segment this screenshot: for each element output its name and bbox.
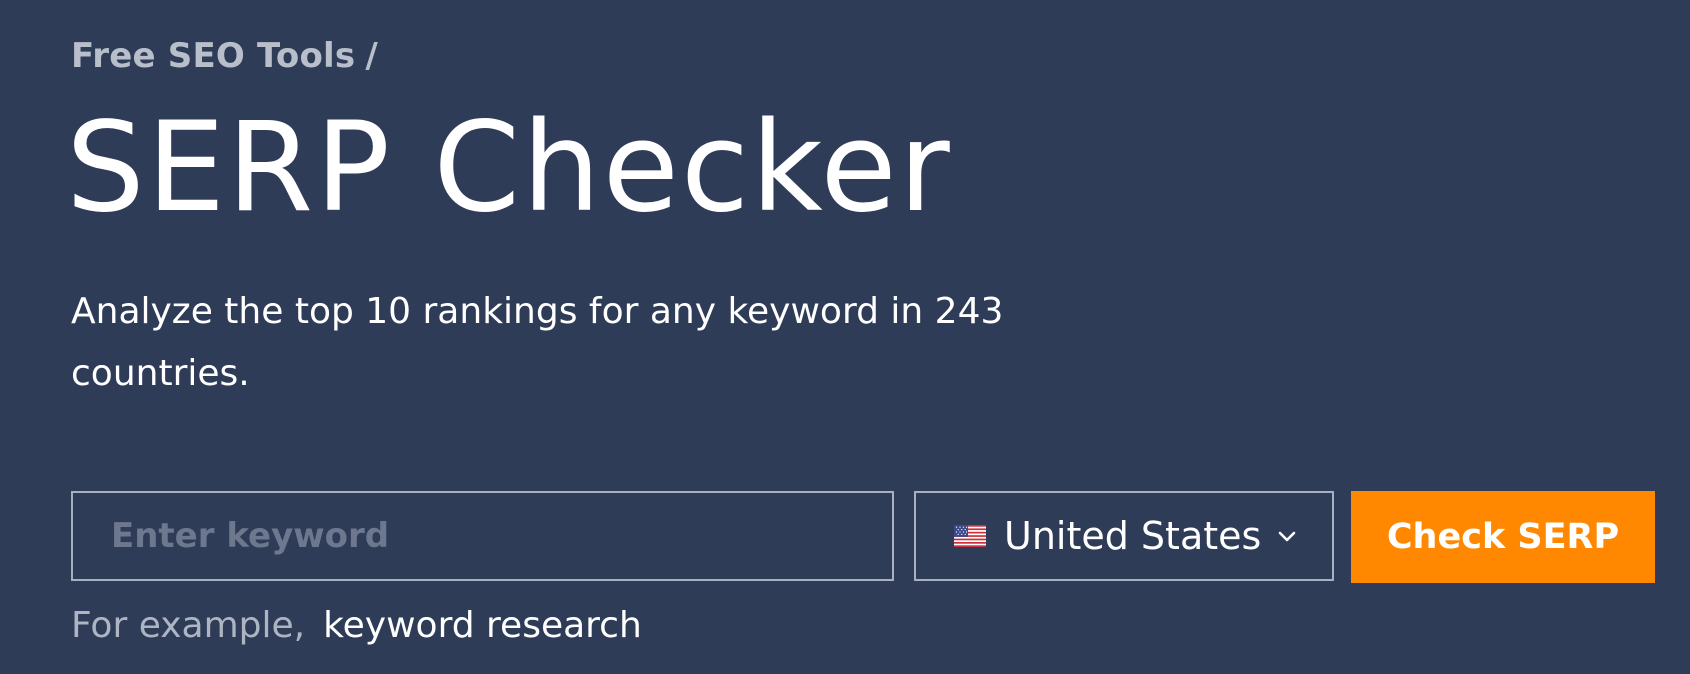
page-title: SERP Checker <box>66 96 952 240</box>
example-keyword-link[interactable]: keyword research <box>323 605 642 646</box>
check-serp-button[interactable]: Check SERP <box>1351 491 1655 583</box>
chevron-down-icon <box>1279 531 1296 542</box>
example-label: For example, <box>71 605 306 646</box>
breadcrumb: Free SEO Tools / <box>71 36 378 76</box>
page-subtitle: Analyze the top 10 rankings for any keyw… <box>71 291 1004 394</box>
country-select-label: United States <box>1004 514 1262 558</box>
example-keyword-row: For example, keyword research <box>71 605 642 646</box>
us-flag-icon <box>954 525 986 547</box>
country-select[interactable]: United States <box>914 491 1334 581</box>
breadcrumb-separator: / <box>365 36 378 76</box>
keyword-input[interactable] <box>71 491 894 581</box>
breadcrumb-free-seo-tools-link[interactable]: Free SEO Tools <box>71 36 355 76</box>
